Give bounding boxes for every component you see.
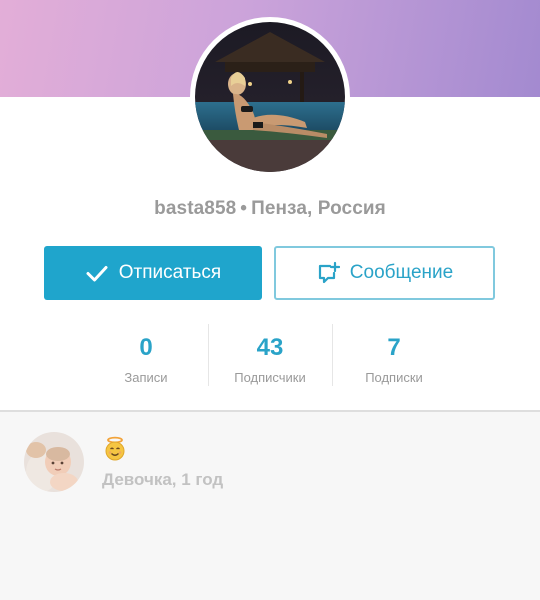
child-item[interactable]: Девочка, 1 год <box>24 432 223 492</box>
child-description: Девочка, 1 год <box>102 470 224 489</box>
profile-meta: basta858 • Пенза, Россия <box>0 198 540 220</box>
meta-separator: • <box>240 198 248 219</box>
message-label: Сообщение <box>349 262 454 283</box>
chat-add-icon <box>316 261 340 285</box>
stat-posts-label: Записи <box>124 370 168 385</box>
profile-photo <box>195 22 345 172</box>
stat-followers[interactable]: 43 Подписчики <box>208 324 332 386</box>
section-divider <box>0 410 540 412</box>
unsubscribe-label: Отписаться <box>118 262 222 283</box>
stat-posts[interactable]: 0 Записи <box>84 324 208 386</box>
checkmark-icon <box>85 261 109 285</box>
profile-username[interactable]: basta858 <box>154 198 236 219</box>
stat-following-label: Подписки <box>365 370 423 385</box>
stat-followers-value: 43 <box>256 334 284 361</box>
unsubscribe-button[interactable]: Отписаться <box>44 246 262 300</box>
child-photo <box>24 432 84 492</box>
child-avatar[interactable] <box>24 432 84 492</box>
profile-avatar[interactable] <box>195 22 345 172</box>
angel-face-icon <box>102 436 128 462</box>
stat-followers-label: Подписчики <box>234 370 306 385</box>
profile-avatar-frame[interactable] <box>190 17 350 177</box>
stat-posts-value: 0 <box>139 334 153 361</box>
profile-location: Пенза, Россия <box>251 198 386 219</box>
profile-stats: 0 Записи 43 Подписчики 7 Подписки <box>84 324 456 386</box>
stat-following-value: 7 <box>387 334 401 361</box>
stat-following[interactable]: 7 Подписки <box>332 324 456 386</box>
message-button[interactable]: Сообщение <box>274 246 495 300</box>
